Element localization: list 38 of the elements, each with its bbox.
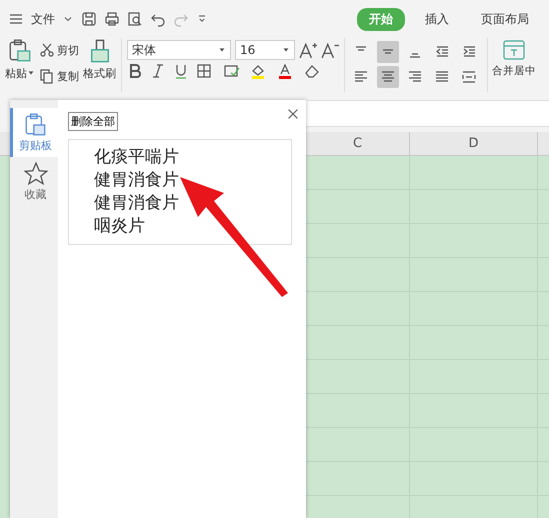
clipboard-item[interactable]: 化痰平喘片 健胃消食片 健胃消食片 咽炎片 — [68, 139, 292, 245]
ribbon-tab[interactable]: 页面布局 — [469, 8, 541, 30]
clip-text: 化痰平喘片 — [94, 146, 180, 169]
print-icon[interactable] — [104, 11, 120, 27]
caret-icon[interactable] — [218, 46, 226, 54]
cut-button[interactable]: 剪切 — [39, 38, 79, 62]
italic-icon[interactable] — [150, 63, 166, 79]
panel-nav-item[interactable]: 收藏 — [10, 157, 58, 206]
copy-icon[interactable] — [39, 68, 55, 84]
clear-all-button[interactable]: 删除全部 — [68, 112, 118, 131]
cell-grid[interactable] — [306, 156, 549, 518]
shrink-font-icon[interactable] — [321, 41, 339, 59]
copy-button[interactable]: 复制 — [39, 64, 79, 88]
merge-center-button[interactable]: 合并居中 — [492, 64, 536, 78]
bold-icon[interactable] — [127, 63, 143, 79]
paste-button[interactable]: 粘贴 — [5, 66, 35, 81]
panel-nav-item[interactable]: 剪贴板 — [10, 108, 58, 157]
print-preview-icon[interactable] — [127, 11, 143, 27]
ribbon-tab[interactable]: 插入 — [413, 8, 461, 30]
clipboard-icon[interactable] — [22, 112, 48, 138]
font-size-field[interactable]: 16 — [235, 40, 295, 60]
grow-font-icon[interactable] — [299, 41, 317, 59]
close-icon[interactable] — [286, 107, 300, 121]
caret-icon[interactable] — [27, 69, 35, 77]
save-icon[interactable] — [81, 11, 97, 27]
format-painter-button[interactable]: 格式刷 — [83, 66, 116, 81]
underline-icon[interactable] — [173, 63, 189, 79]
scissors-icon[interactable] — [39, 42, 55, 58]
star-icon[interactable] — [22, 161, 48, 187]
clip-text: 咽炎片 — [94, 215, 146, 238]
paste-icon[interactable] — [7, 38, 33, 64]
caret-icon[interactable] — [282, 46, 290, 54]
font-name-field[interactable]: 宋体 — [127, 40, 231, 60]
file-menu[interactable]: 文件 — [31, 10, 55, 28]
clip-text: 健胃消食片 — [94, 169, 180, 192]
merge-center-icon[interactable] — [501, 38, 527, 62]
column-header[interactable]: D — [410, 132, 538, 155]
clip-text: 健胃消食片 — [94, 192, 180, 215]
